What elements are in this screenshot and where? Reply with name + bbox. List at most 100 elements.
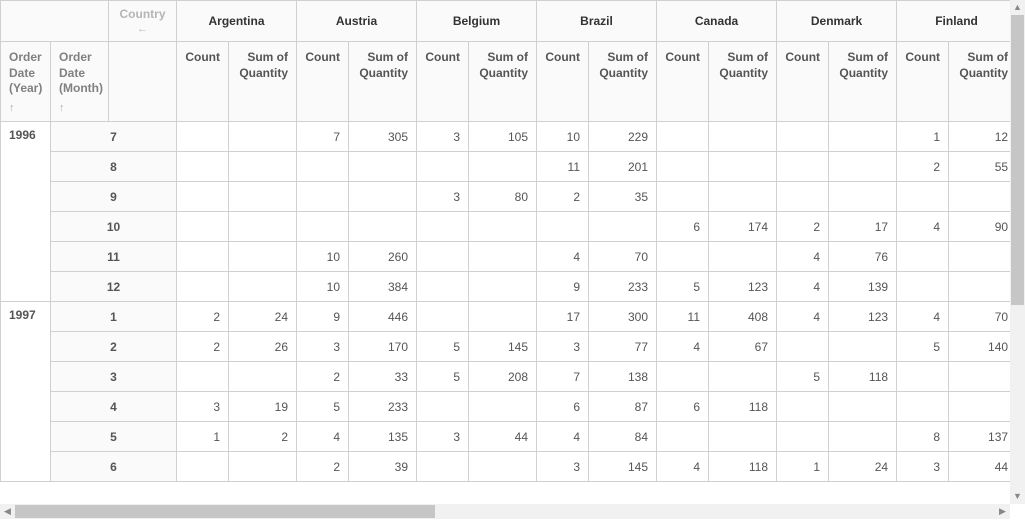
sumqty-cell[interactable]: 70	[949, 302, 1010, 332]
sumqty-cell[interactable]: 24	[829, 452, 897, 482]
sumqty-cell[interactable]: 87	[589, 392, 657, 422]
count-cell[interactable]: 4	[777, 242, 829, 272]
sumqty-cell[interactable]	[709, 182, 777, 212]
sumqty-cell[interactable]: 123	[829, 302, 897, 332]
sumqty-cell[interactable]	[229, 212, 297, 242]
count-cell[interactable]	[417, 302, 469, 332]
sumqty-cell[interactable]: 135	[349, 422, 417, 452]
sumqty-cell[interactable]	[949, 272, 1010, 302]
sumqty-cell[interactable]	[949, 362, 1010, 392]
col-sumqty[interactable]: Sum of Quantity	[949, 42, 1010, 122]
count-cell[interactable]	[777, 392, 829, 422]
count-cell[interactable]: 10	[537, 122, 589, 152]
sumqty-cell[interactable]: 300	[589, 302, 657, 332]
sumqty-cell[interactable]	[709, 362, 777, 392]
count-cell[interactable]	[657, 122, 709, 152]
col-sumqty[interactable]: Sum of Quantity	[829, 42, 897, 122]
month-cell[interactable]: 7	[51, 122, 177, 152]
count-cell[interactable]: 11	[657, 302, 709, 332]
count-cell[interactable]	[297, 182, 349, 212]
sumqty-cell[interactable]: 84	[589, 422, 657, 452]
sumqty-cell[interactable]: 201	[589, 152, 657, 182]
sumqty-cell[interactable]: 39	[349, 452, 417, 482]
col-sumqty[interactable]: Sum of Quantity	[589, 42, 657, 122]
scroll-up-icon[interactable]: ▲	[1010, 0, 1025, 15]
count-cell[interactable]: 7	[537, 362, 589, 392]
count-cell[interactable]: 4	[537, 422, 589, 452]
sumqty-cell[interactable]	[349, 152, 417, 182]
count-cell[interactable]: 2	[297, 362, 349, 392]
sumqty-cell[interactable]: 44	[949, 452, 1010, 482]
count-cell[interactable]	[177, 272, 229, 302]
month-cell[interactable]: 3	[51, 362, 177, 392]
sumqty-cell[interactable]	[469, 392, 537, 422]
count-cell[interactable]: 17	[537, 302, 589, 332]
sumqty-cell[interactable]	[469, 272, 537, 302]
count-cell[interactable]: 8	[897, 422, 949, 452]
sumqty-cell[interactable]	[709, 242, 777, 272]
sumqty-cell[interactable]: 76	[829, 242, 897, 272]
count-cell[interactable]: 5	[657, 272, 709, 302]
sumqty-cell[interactable]: 19	[229, 392, 297, 422]
count-cell[interactable]: 4	[897, 302, 949, 332]
sumqty-cell[interactable]: 229	[589, 122, 657, 152]
count-cell[interactable]	[537, 212, 589, 242]
sumqty-cell[interactable]: 446	[349, 302, 417, 332]
col-count[interactable]: Count	[297, 42, 349, 122]
count-cell[interactable]	[777, 422, 829, 452]
sumqty-cell[interactable]: 384	[349, 272, 417, 302]
count-cell[interactable]	[777, 182, 829, 212]
count-cell[interactable]: 3	[417, 122, 469, 152]
sumqty-cell[interactable]	[949, 392, 1010, 422]
country-header-austria[interactable]: Austria	[297, 1, 417, 42]
sumqty-cell[interactable]	[229, 182, 297, 212]
count-cell[interactable]: 1	[897, 122, 949, 152]
col-count[interactable]: Count	[177, 42, 229, 122]
sumqty-cell[interactable]: 145	[469, 332, 537, 362]
count-cell[interactable]: 3	[177, 392, 229, 422]
count-cell[interactable]	[897, 182, 949, 212]
sumqty-cell[interactable]: 17	[829, 212, 897, 242]
sumqty-cell[interactable]	[229, 452, 297, 482]
count-cell[interactable]	[657, 242, 709, 272]
count-cell[interactable]: 2	[297, 452, 349, 482]
sumqty-cell[interactable]: 80	[469, 182, 537, 212]
sumqty-cell[interactable]	[229, 362, 297, 392]
count-cell[interactable]: 3	[417, 182, 469, 212]
count-cell[interactable]	[417, 152, 469, 182]
vscroll-thumb[interactable]	[1011, 15, 1024, 305]
sumqty-cell[interactable]: 55	[949, 152, 1010, 182]
sumqty-cell[interactable]: 233	[349, 392, 417, 422]
sumqty-cell[interactable]: 2	[229, 422, 297, 452]
sumqty-cell[interactable]: 145	[589, 452, 657, 482]
sumqty-cell[interactable]	[229, 272, 297, 302]
count-cell[interactable]	[297, 152, 349, 182]
count-cell[interactable]	[657, 182, 709, 212]
scroll-down-icon[interactable]: ▼	[1010, 489, 1025, 504]
year-field-header[interactable]: Order Date (Year) ↑	[1, 42, 51, 122]
month-cell[interactable]: 2	[51, 332, 177, 362]
col-sumqty[interactable]: Sum of Quantity	[229, 42, 297, 122]
count-cell[interactable]: 5	[417, 362, 469, 392]
month-cell[interactable]: 9	[51, 182, 177, 212]
col-count[interactable]: Count	[417, 42, 469, 122]
count-cell[interactable]: 5	[777, 362, 829, 392]
sumqty-cell[interactable]: 70	[589, 242, 657, 272]
sumqty-cell[interactable]: 305	[349, 122, 417, 152]
count-cell[interactable]: 1	[177, 422, 229, 452]
count-cell[interactable]: 4	[777, 302, 829, 332]
count-cell[interactable]	[177, 212, 229, 242]
count-cell[interactable]	[897, 242, 949, 272]
count-cell[interactable]	[777, 122, 829, 152]
sumqty-cell[interactable]: 67	[709, 332, 777, 362]
sumqty-cell[interactable]	[709, 152, 777, 182]
count-cell[interactable]	[177, 122, 229, 152]
count-cell[interactable]: 4	[297, 422, 349, 452]
count-cell[interactable]	[777, 332, 829, 362]
col-count[interactable]: Count	[897, 42, 949, 122]
count-cell[interactable]	[897, 362, 949, 392]
count-cell[interactable]: 3	[297, 332, 349, 362]
month-field-header[interactable]: Order Date (Month) ↑	[51, 42, 109, 122]
count-cell[interactable]	[657, 152, 709, 182]
sumqty-cell[interactable]	[229, 242, 297, 272]
